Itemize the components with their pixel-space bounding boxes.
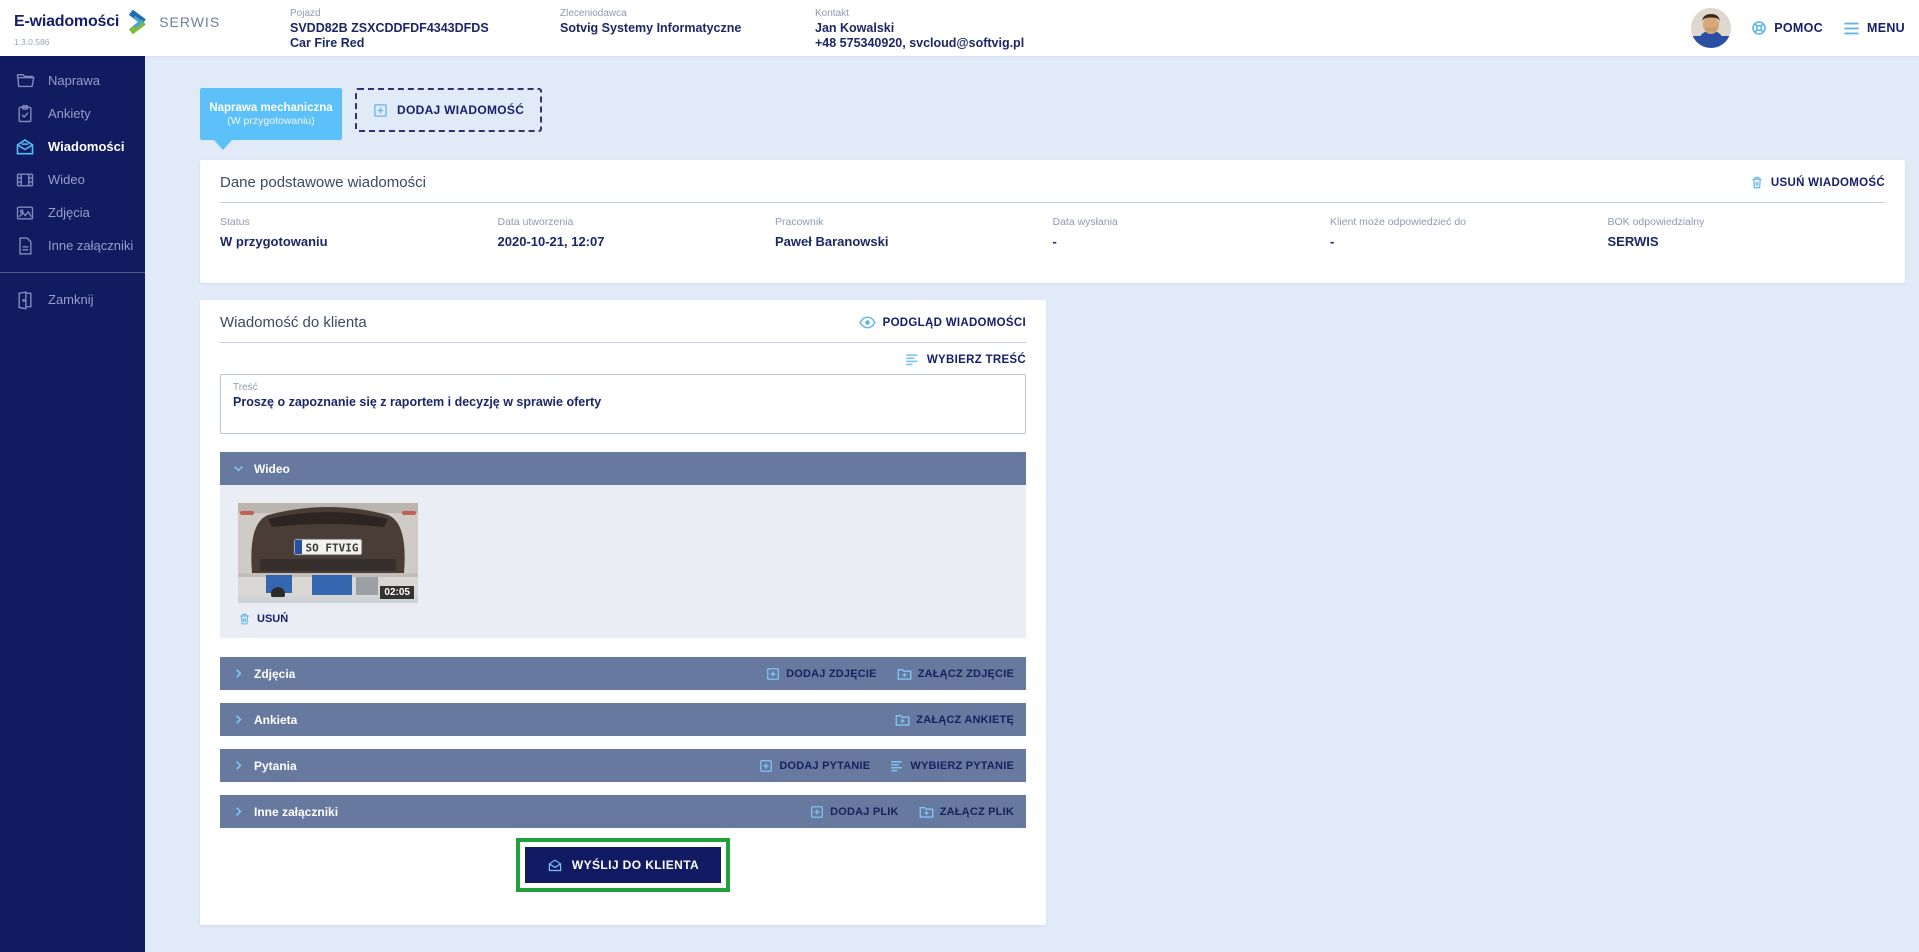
- main-content: Naprawa mechaniczna (W przygotowaniu) DO…: [145, 56, 1919, 952]
- film-icon: [15, 170, 35, 190]
- door-exit-icon: [15, 290, 35, 310]
- send-button-highlight: WYŚLIJ DO KLIENTA: [516, 838, 730, 892]
- logo-title: E-wiadomości: [14, 13, 119, 31]
- sidebar-item-wideo[interactable]: Wideo: [0, 163, 145, 196]
- video-duration-badge: 02:05: [380, 586, 414, 599]
- video-thumbnail[interactable]: SO FTVIG 02:05: [238, 503, 418, 603]
- top-header: E-wiadomości SERWIS 1.3.0.586 Pojazd SVD…: [0, 0, 1919, 56]
- section-wideo[interactable]: Wideo: [220, 452, 1026, 485]
- plus-square-icon: [373, 103, 388, 118]
- delete-message-button[interactable]: USUŃ WIADOMOŚĆ: [1750, 175, 1885, 190]
- tab-pointer: [214, 140, 232, 150]
- folder-plus-icon: [895, 713, 910, 727]
- help-label: POMOC: [1774, 21, 1823, 35]
- app-version: 1.3.0.586: [14, 37, 220, 47]
- life-ring-icon: [1751, 20, 1767, 36]
- chevron-right-icon: [232, 759, 245, 772]
- sidebar-divider: [0, 272, 145, 273]
- sidebar-item-inne-zalaczniki[interactable]: Inne załączniki: [0, 229, 145, 262]
- sidebar-item-wiadomosci[interactable]: Wiadomości: [0, 130, 145, 163]
- trash-icon: [1750, 175, 1764, 190]
- chevron-right-icon: [232, 805, 245, 818]
- message-details-panel: Dane podstawowe wiadomości USUŃ WIADOMOŚ…: [200, 160, 1905, 283]
- field-data-wyslania: Data wysłania -: [1053, 216, 1331, 249]
- logo-subtitle: SERWIS: [159, 14, 220, 30]
- document-icon: [15, 236, 35, 256]
- section-pytania[interactable]: Pytania DODAJ PYTANIE: [220, 749, 1026, 782]
- app-root: E-wiadomości SERWIS 1.3.0.586 Pojazd SVD…: [0, 0, 1919, 952]
- attach-survey-button[interactable]: ZAŁĄCZ ANKIETĘ: [895, 713, 1014, 727]
- plus-square-icon: [759, 759, 773, 773]
- menu-button[interactable]: MENU: [1843, 21, 1905, 36]
- sidebar: Naprawa Ankiety Wiadomości: [0, 56, 145, 952]
- add-question-button[interactable]: DODAJ PYTANIE: [759, 759, 870, 773]
- clipboard-check-icon: [15, 104, 35, 124]
- chevron-down-icon: [232, 462, 245, 475]
- sidebar-item-naprawa[interactable]: Naprawa: [0, 64, 145, 97]
- plus-square-icon: [810, 805, 824, 819]
- video-section-content: SO FTVIG 02:05: [220, 485, 1026, 638]
- preview-message-button[interactable]: PODGLĄD WIADOMOŚCI: [859, 316, 1026, 329]
- message-panel-title: Wiadomość do klienta: [220, 314, 367, 331]
- help-button[interactable]: POMOC: [1751, 20, 1823, 36]
- choose-question-button[interactable]: WYBIERZ PYTANIE: [890, 760, 1014, 772]
- folder-icon: [15, 71, 35, 91]
- avatar[interactable]: [1691, 8, 1731, 48]
- field-bok-odpowiedzialny: BOK odpowiedzialny SERWIS: [1608, 216, 1886, 249]
- logo-chevron-icon: [126, 9, 152, 35]
- add-photo-button[interactable]: DODAJ ZDJĘCIE: [766, 667, 877, 681]
- details-panel-title: Dane podstawowe wiadomości: [220, 174, 426, 191]
- folder-plus-icon: [919, 805, 934, 819]
- app-logo: E-wiadomości SERWIS 1.3.0.586: [14, 9, 220, 47]
- header-field-contact: Kontakt Jan Kowalski +48 575340920, svcl…: [815, 8, 1024, 51]
- list-icon: [890, 760, 904, 772]
- envelope-open-icon: [15, 137, 35, 157]
- message-editor-panel: Wiadomość do klienta PODGLĄD WIADOMOŚCI: [200, 300, 1046, 925]
- trash-icon: [238, 612, 251, 626]
- sidebar-item-ankiety[interactable]: Ankiety: [0, 97, 145, 130]
- add-message-button[interactable]: DODAJ WIADOMOŚĆ: [355, 88, 542, 132]
- add-file-button[interactable]: DODAJ PLIK: [810, 805, 899, 819]
- section-inne-zalaczniki[interactable]: Inne załączniki DODAJ PLIK: [220, 795, 1026, 828]
- sidebar-item-zdjecia[interactable]: Zdjęcia: [0, 196, 145, 229]
- send-to-client-button[interactable]: WYŚLIJ DO KLIENTA: [525, 847, 721, 883]
- attach-photo-button[interactable]: ZAŁĄCZ ZDJĘCIE: [897, 667, 1014, 681]
- chevron-right-icon: [232, 713, 245, 726]
- message-content-input[interactable]: Treść Proszę o zapoznanie się z raportem…: [220, 374, 1026, 434]
- attach-file-button[interactable]: ZAŁĄCZ PLIK: [919, 805, 1014, 819]
- list-icon: [905, 353, 920, 366]
- hamburger-icon: [1843, 21, 1860, 36]
- header-field-client: Zleceniodawca Sotvig Systemy Informatycz…: [560, 8, 741, 36]
- content-value: Proszę o zapoznanie się z raportem i dec…: [233, 395, 1013, 409]
- sidebar-item-zamknij[interactable]: Zamknij: [0, 283, 145, 316]
- menu-label: MENU: [1867, 21, 1905, 35]
- envelope-icon: [547, 858, 563, 873]
- tab-naprawa-mechaniczna[interactable]: Naprawa mechaniczna (W przygotowaniu): [200, 88, 342, 140]
- license-plate-text: SO FTVIG: [306, 542, 359, 555]
- eye-icon: [859, 316, 876, 329]
- image-icon: [15, 203, 35, 223]
- field-status: Status W przygotowaniu: [220, 216, 498, 249]
- chevron-right-icon: [232, 667, 245, 680]
- field-pracownik: Pracownik Paweł Baranowski: [775, 216, 1053, 249]
- plus-square-icon: [766, 667, 780, 681]
- field-klient-odpowiedz: Klient może odpowiedzieć do -: [1330, 216, 1608, 249]
- header-field-vehicle: Pojazd SVDD82B ZSXCDDFDF4343DFDS Car Fir…: [290, 8, 489, 51]
- section-zdjecia[interactable]: Zdjęcia DODAJ ZDJĘCIE: [220, 657, 1026, 690]
- delete-video-button[interactable]: USUŃ: [238, 612, 1008, 626]
- field-data-utworzenia: Data utworzenia 2020-10-21, 12:07: [498, 216, 776, 249]
- section-ankieta[interactable]: Ankieta ZAŁĄCZ ANKIETĘ: [220, 703, 1026, 736]
- content-label: Treść: [233, 382, 1013, 393]
- choose-content-button[interactable]: WYBIERZ TREŚĆ: [905, 353, 1026, 366]
- folder-plus-icon: [897, 667, 912, 681]
